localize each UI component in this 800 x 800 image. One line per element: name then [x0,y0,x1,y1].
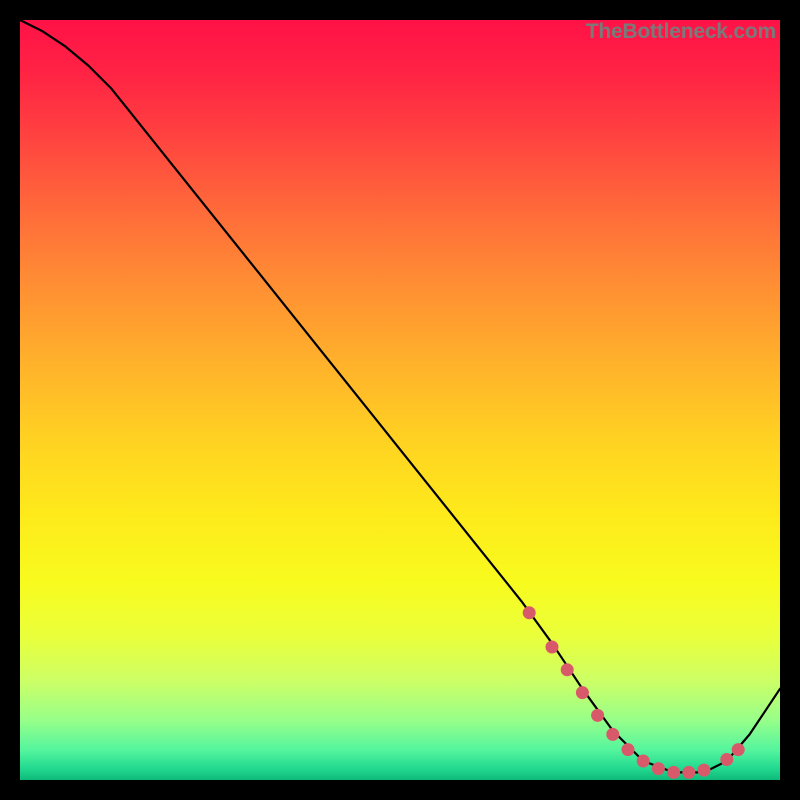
marker-dot [732,743,745,756]
watermark-text: TheBottleneck.com [586,20,776,44]
marker-dot [652,762,665,775]
marker-dot [546,641,559,654]
marker-dot [682,766,695,779]
marker-dot [698,764,711,777]
marker-dot [561,663,574,676]
marker-dot [576,686,589,699]
marker-dot [591,709,604,722]
marker-dot [637,755,650,768]
marker-dot [622,743,635,756]
chart-area: TheBottleneck.com [20,20,780,780]
marker-dot [606,728,619,741]
marker-dot [523,606,536,619]
marker-dot [720,753,733,766]
chart-svg [20,20,780,780]
curve-line [20,20,780,772]
marker-dot [667,766,680,779]
